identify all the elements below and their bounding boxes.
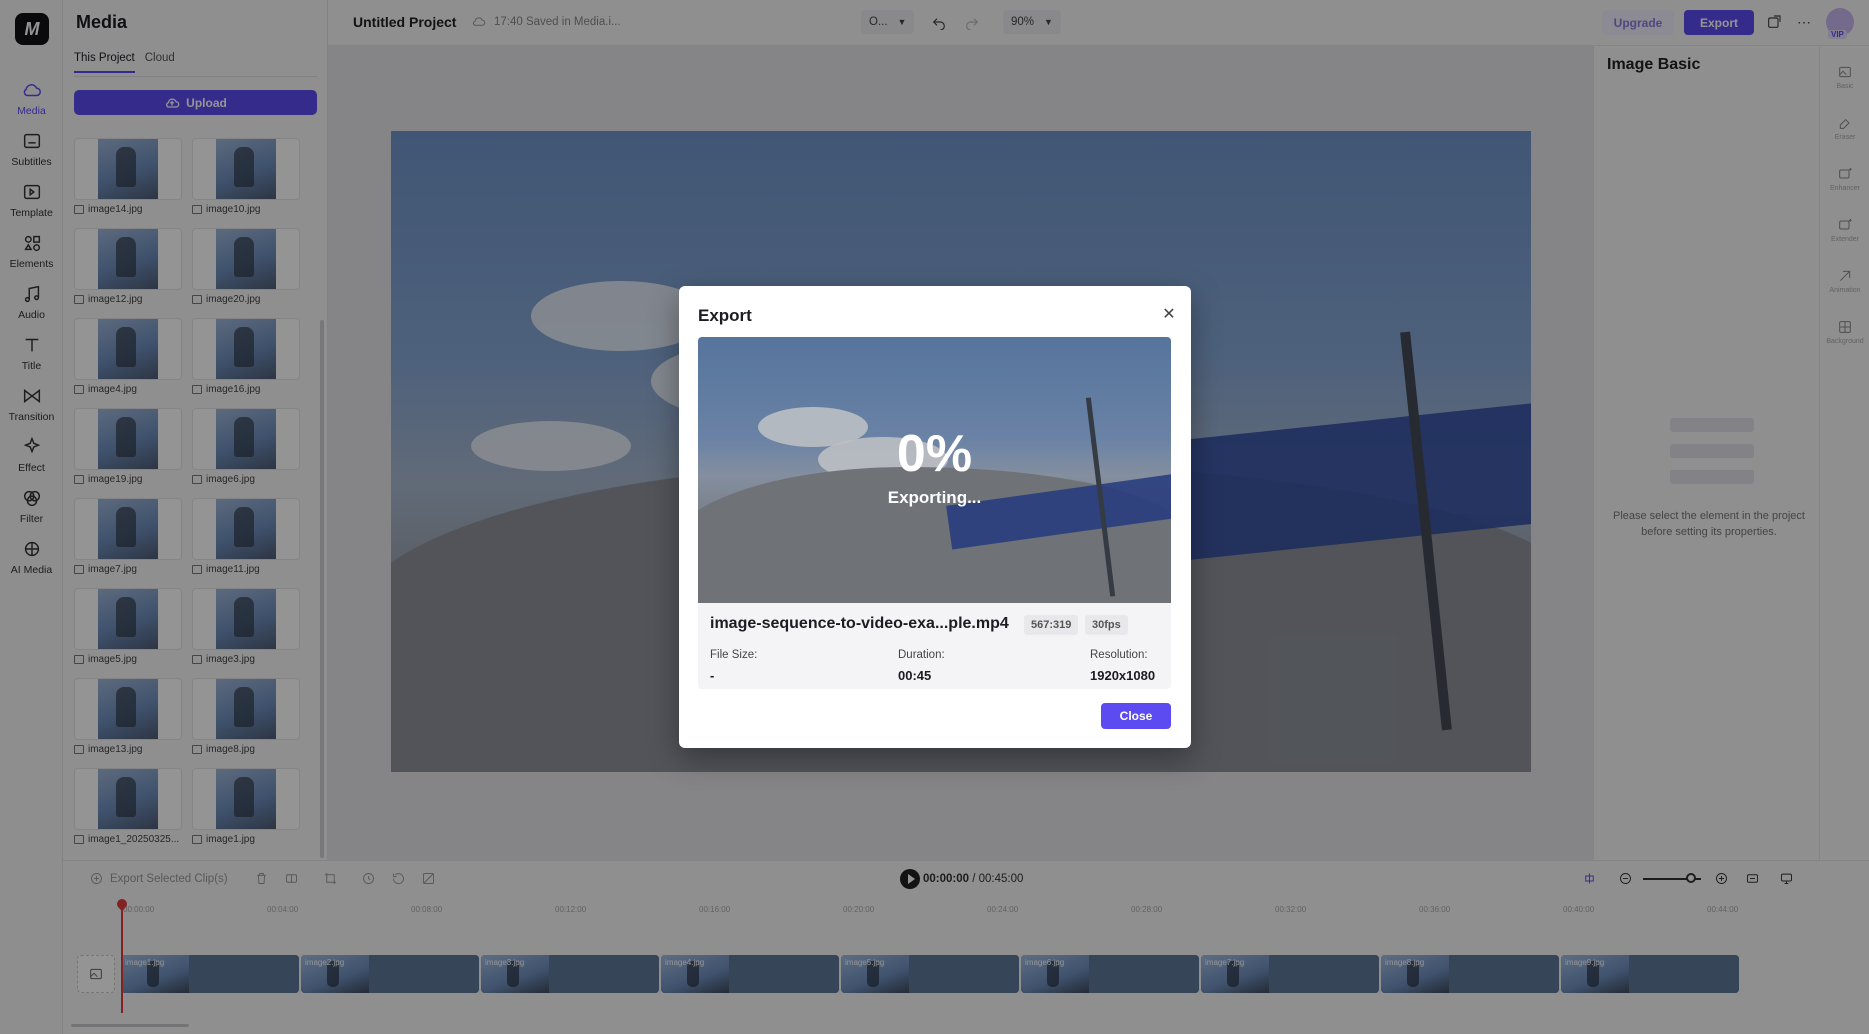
export-progress-percent: 0% bbox=[896, 425, 973, 483]
resolution-value: 1920x1080 bbox=[1090, 668, 1156, 683]
resolution-label: Resolution: bbox=[1090, 649, 1148, 661]
export-status-text: Exporting... bbox=[887, 488, 982, 507]
fps-chip: 30fps bbox=[1085, 615, 1128, 635]
file-size-value: - bbox=[710, 668, 715, 683]
export-preview: 0% Exporting... bbox=[698, 337, 1171, 603]
aspect-ratio-chip: 567:319 bbox=[1024, 615, 1079, 635]
file-size-label: File Size: bbox=[710, 649, 758, 661]
close-button[interactable]: Close bbox=[1101, 703, 1171, 729]
export-file-name: image-sequence-to-video-exa...ple.mp4 bbox=[710, 615, 1009, 632]
duration-value: 00:45 bbox=[898, 668, 932, 683]
close-icon[interactable]: ✕ bbox=[1160, 306, 1178, 324]
export-dialog: Export ✕ 0% Exporting... image-sequence-… bbox=[679, 286, 1191, 748]
duration-label: Duration: bbox=[898, 649, 945, 661]
export-file-info: image-sequence-to-video-exa...ple.mp4 56… bbox=[698, 603, 1171, 689]
dialog-title: Export bbox=[698, 306, 752, 325]
